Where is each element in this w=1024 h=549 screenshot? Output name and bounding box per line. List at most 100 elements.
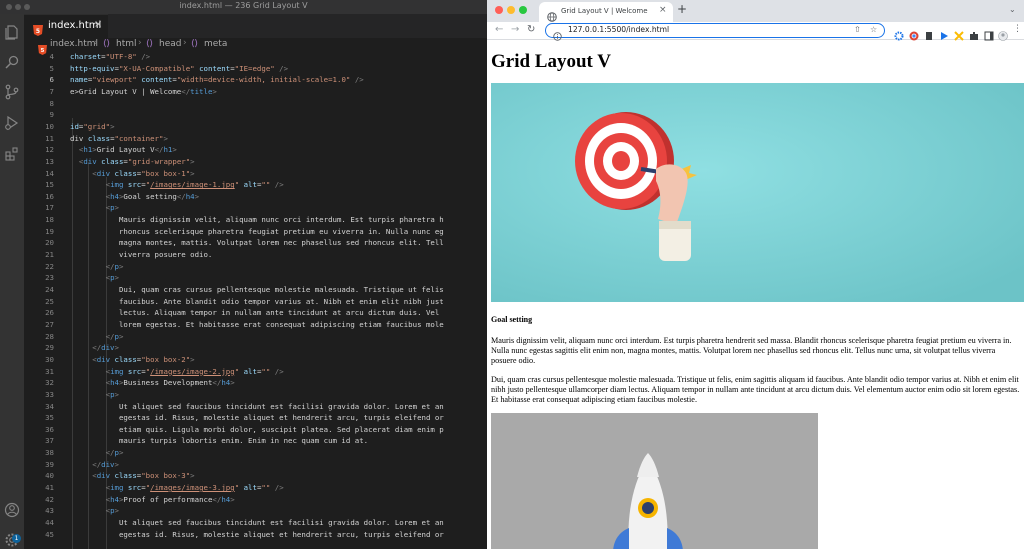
extensions-puzzle-icon[interactable] — [969, 26, 979, 40]
extension-bookmark-icon[interactable] — [924, 26, 934, 40]
code-token: /> — [274, 483, 284, 493]
code-line[interactable]: <div class="box box-3"> — [70, 471, 194, 481]
code-token: > — [114, 273, 119, 283]
code-line[interactable]: id="grid"> — [70, 122, 115, 131]
code-line[interactable]: <p> — [70, 506, 119, 515]
code-line[interactable]: egestas id. Risus, molestie aliquet et h… — [70, 413, 444, 422]
code-line[interactable]: lorem egestas. Et habitasse erat consequ… — [70, 320, 444, 329]
code-line[interactable]: </div> — [70, 343, 119, 352]
code-line[interactable]: <div class="grid-wrapper"> — [70, 157, 195, 166]
code-line[interactable]: <img src="/images/image-2.jpg" alt="" /> — [70, 367, 284, 376]
code-line[interactable]: viverra posuere odio. — [70, 250, 212, 259]
paragraph-1: Mauris dignissim velit, aliquam nunc orc… — [491, 336, 1012, 365]
site-info-icon[interactable] — [553, 26, 562, 41]
address-bar[interactable]: 127.0.0.1:5500/index.html ⇧ ☆ — [545, 23, 885, 41]
extension-gear-icon[interactable] — [894, 26, 904, 41]
svg-text:5: 5 — [36, 28, 40, 35]
code-line[interactable]: http-equiv="X-UA-Compatible" content="IE… — [70, 64, 288, 73]
code-line[interactable]: lectus. Aliquam tempor in nullam ante ti… — [70, 308, 444, 317]
code-token: img — [110, 366, 124, 376]
code-token: alt — [243, 366, 257, 376]
search-icon[interactable] — [4, 54, 20, 70]
html5-icon: 5 — [38, 40, 47, 55]
code-line[interactable]: Mauris dignissim velit, aliquam nunc orc… — [70, 215, 444, 224]
code-line[interactable]: <p> — [70, 203, 119, 212]
code-line[interactable]: div class="container"> — [70, 134, 168, 143]
code-token: class — [114, 471, 137, 481]
code-line[interactable]: <h4>Business Development</h4> — [70, 378, 235, 387]
new-tab-button[interactable]: + — [677, 2, 687, 16]
code-line[interactable]: egestas id. Risus, molestie aliquet et h… — [70, 530, 444, 539]
code-line[interactable]: charset="UTF-8" /> — [70, 52, 150, 61]
code-line[interactable]: Dui, quam cras cursus pellentesque moles… — [70, 285, 444, 294]
code-token: Dui, quam cras cursus pellentesque moles… — [70, 285, 444, 294]
code-line[interactable]: </p> — [70, 332, 124, 341]
source-control-icon[interactable] — [4, 84, 20, 100]
share-icon[interactable]: ⇧ — [854, 25, 861, 34]
code-line[interactable]: <div class="box box-2"> — [70, 355, 194, 364]
line-number: 12 — [45, 145, 54, 155]
tab-close-button[interactable]: × — [94, 19, 102, 30]
extensions-icon[interactable] — [4, 146, 20, 162]
breadcrumb-meta[interactable]: meta — [204, 39, 227, 49]
section-heading: Goal setting — [491, 315, 533, 324]
code-editor[interactable]: 4 charset="UTF-8" /> 5 http-equiv="X-UA-Com… — [24, 52, 487, 549]
extension-play-icon[interactable] — [939, 26, 949, 40]
code-line[interactable]: Ut aliquet sed faucibus tincidunt est fa… — [70, 518, 444, 527]
extension-chrome-icon[interactable] — [909, 26, 919, 41]
account-icon[interactable] — [4, 502, 20, 518]
breadcrumb-head[interactable]: head — [159, 39, 181, 49]
reload-icon[interactable]: ↻ — [527, 24, 535, 35]
code-line[interactable]: <img src="/images/image-3.jpg" alt="" /> — [70, 483, 284, 492]
window-close-dot[interactable] — [495, 6, 503, 14]
sidebar-icon[interactable] — [984, 26, 994, 41]
tab-search-chevron-icon[interactable]: ⌄ — [1009, 5, 1016, 14]
bookmark-star-icon[interactable]: ☆ — [870, 25, 877, 34]
line-number: 28 — [45, 331, 54, 341]
chevron-right-icon: › — [138, 38, 142, 48]
code-line[interactable]: Ut aliquet sed faucibus tincidunt est fa… — [70, 402, 444, 411]
breadcrumb-html[interactable]: html — [116, 39, 137, 49]
code-line[interactable]: <h1>Grid Layout V</h1> — [70, 145, 177, 154]
back-arrow-icon[interactable]: ← — [495, 24, 503, 35]
forward-arrow-icon[interactable]: → — [511, 24, 519, 35]
run-debug-icon[interactable] — [4, 115, 20, 131]
line-number: 45 — [45, 529, 54, 539]
chevron-right-icon: › — [94, 38, 98, 48]
browser-tab-close-button[interactable]: × — [659, 5, 667, 15]
window-zoom-dot[interactable] — [519, 6, 527, 14]
code-line[interactable]: </p> — [70, 448, 124, 457]
code-line[interactable]: faucibus. Ante blandit odio tempor variu… — [70, 297, 444, 306]
browser-tab-active[interactable]: Grid Layout V | Welcome × — [539, 2, 673, 22]
page-title: Grid Layout V — [491, 51, 612, 72]
code-line[interactable]: e>Grid Layout V | Welcome</title> — [70, 87, 217, 96]
code-line[interactable]: <h4>Goal setting</h4> — [70, 192, 199, 201]
code-line[interactable]: name="viewport" content="width=device-wi… — [70, 75, 364, 84]
more-menu-icon[interactable]: ⋮ — [1013, 24, 1023, 34]
code-line[interactable]: <h4>Proof of performance</h4> — [70, 495, 235, 504]
breadcrumb-file[interactable]: index.html — [50, 39, 98, 49]
code-line[interactable]: mauris turpis lobortis enim. Enim in nec… — [70, 436, 368, 445]
code-line[interactable]: magna montes, mattis. Volutpat lorem nec… — [70, 238, 444, 247]
code-token: > — [230, 378, 235, 388]
profile-avatar-icon[interactable] — [998, 26, 1008, 41]
code-line[interactable]: rhoncus scelerisque pharetra feugiat pre… — [70, 227, 444, 236]
code-line[interactable]: <p> — [70, 273, 119, 282]
explorer-icon[interactable] — [4, 24, 20, 40]
code-line[interactable]: <p> — [70, 390, 119, 399]
line-number: 8 — [49, 98, 54, 108]
code-token: > — [110, 121, 115, 131]
code-line[interactable]: </p> — [70, 262, 124, 271]
code-token: > — [163, 133, 168, 143]
extension-x-icon[interactable] — [954, 26, 964, 41]
code-line[interactable]: etiam quis. Ligula morbi dolor, suscipit… — [70, 425, 444, 434]
window-minimize-dot[interactable] — [507, 6, 515, 14]
code-line[interactable]: <div class="box box-1"> — [70, 169, 194, 178]
browser-window: Grid Layout V | Welcome × + ⌄ ← → ↻ 127.… — [487, 0, 1024, 549]
code-line[interactable]: <img src="/images/image-1.jpg" alt="" /> — [70, 180, 284, 189]
code-line[interactable]: </div> — [70, 460, 119, 469]
tab-index-html[interactable]: 5 index.html × — [24, 14, 108, 38]
